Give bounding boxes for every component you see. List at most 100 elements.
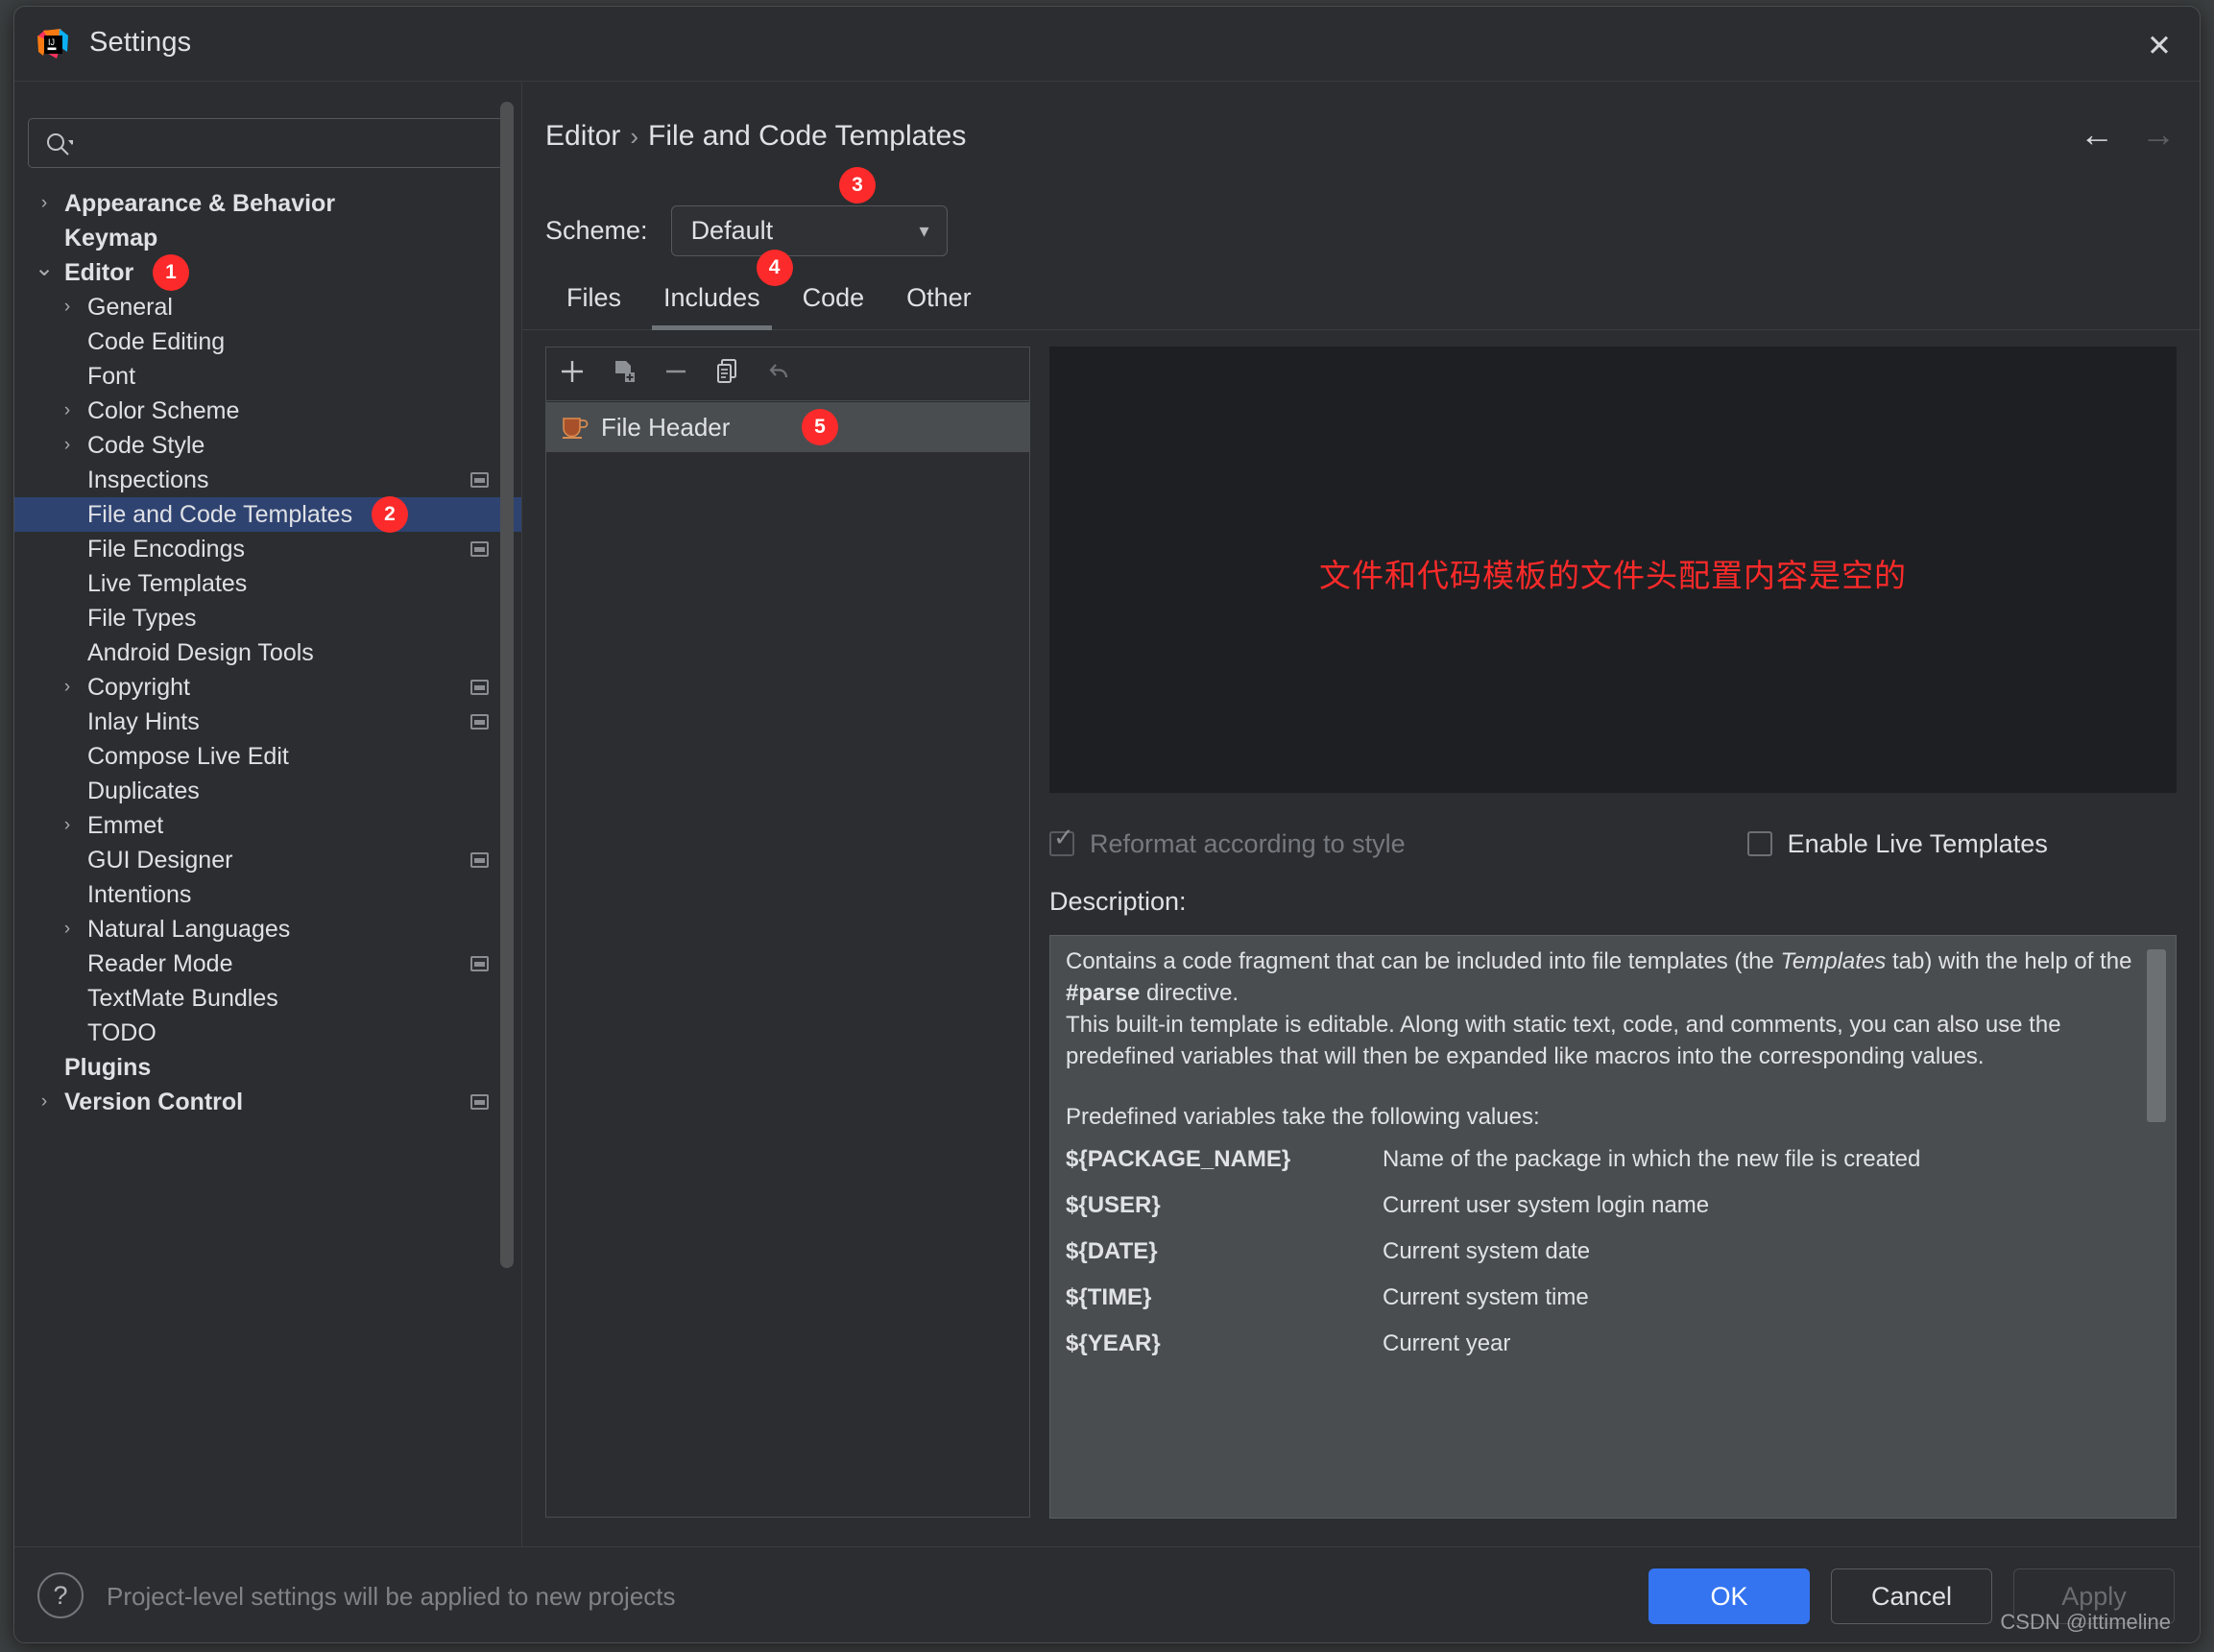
variable-name: ${YEAR} xyxy=(1066,1330,1161,1356)
chevron-right-icon[interactable]: › xyxy=(55,670,80,705)
sidebar-item-appearance-behavior[interactable]: › Appearance & Behavior xyxy=(14,186,521,221)
sidebar-item-label: File Encodings xyxy=(87,536,245,563)
sidebar-item-intentions[interactable]: Intentions xyxy=(14,877,521,912)
cancel-button[interactable]: Cancel xyxy=(1831,1568,1992,1624)
sidebar-item-compose-live-edit[interactable]: Compose Live Edit xyxy=(14,739,521,774)
step-badge-2: 2 xyxy=(372,496,408,533)
minus-icon xyxy=(661,356,691,392)
tab-label: Includes xyxy=(663,283,760,312)
create-child-template-button[interactable] xyxy=(598,348,650,400)
table-row: ${DATE} Current system date xyxy=(1066,1229,2133,1275)
breadcrumb-parent[interactable]: Editor xyxy=(545,120,620,152)
reformat-according-to-style-checkbox[interactable]: Reformat according to style xyxy=(1049,825,1406,859)
description-scrollbar[interactable] xyxy=(2147,949,2166,1122)
sidebar-item-inlay-hints[interactable]: Inlay Hints xyxy=(14,705,521,739)
desc-p1-b: tab) with the help of the xyxy=(1886,948,2132,974)
description-paragraph-2: This built-in template is editable. Alon… xyxy=(1066,1012,2061,1069)
chevron-down-icon[interactable]: ⌄ xyxy=(32,255,57,282)
project-level-icon xyxy=(470,680,489,695)
ok-button[interactable]: OK xyxy=(1648,1568,1810,1624)
sidebar-item-copyright[interactable]: › Copyright xyxy=(14,670,521,705)
search-box[interactable] xyxy=(28,118,503,168)
sidebar-item-code-editing[interactable]: Code Editing xyxy=(14,324,521,359)
sidebar-item-duplicates[interactable]: Duplicates xyxy=(14,774,521,808)
enable-live-templates-checkbox[interactable]: Enable Live Templates xyxy=(1746,829,2048,859)
sidebar-item-label: File Types xyxy=(87,605,197,632)
sidebar-item-file-and-code-templates[interactable]: File and Code Templates 2 xyxy=(14,496,521,533)
project-level-icon xyxy=(470,1094,489,1110)
tab-files[interactable]: Files xyxy=(545,271,642,330)
settings-content: Editor › File and Code Templates ← → Schem… xyxy=(522,83,2200,1548)
desc-p1-em: Templates xyxy=(1780,948,1887,974)
sidebar-item-label: Reader Mode xyxy=(87,950,233,977)
step-badge-1: 1 xyxy=(153,254,189,291)
sidebar-item-plugins[interactable]: Plugins xyxy=(14,1050,521,1085)
settings-sidebar: › Appearance & Behavior Keymap ⌄ Editor 1 › Gen… xyxy=(14,83,521,1548)
sidebar-item-font[interactable]: Font xyxy=(14,359,521,394)
sidebar-item-label: Copyright xyxy=(87,674,190,701)
chevron-right-icon[interactable]: › xyxy=(32,1085,57,1119)
template-editor[interactable]: 文件和代码模板的文件头配置内容是空的 xyxy=(1049,347,2177,793)
sidebar-item-emmet[interactable]: › Emmet xyxy=(14,808,521,843)
question-mark-icon[interactable]: ? xyxy=(37,1572,84,1618)
list-item[interactable]: File Header 5 xyxy=(546,402,1029,452)
sidebar-item-label: Emmet xyxy=(87,812,164,839)
sidebar-item-natural-languages[interactable]: › Natural Languages xyxy=(14,912,521,946)
chevron-right-icon[interactable]: › xyxy=(55,428,80,463)
variable-name: ${PACKAGE_NAME} xyxy=(1066,1146,1291,1172)
sidebar-item-general[interactable]: › General xyxy=(14,290,521,324)
tab-code[interactable]: Code xyxy=(782,271,886,330)
arrow-left-icon[interactable]: ← xyxy=(2080,117,2114,152)
sidebar-item-label: Inspections xyxy=(87,467,209,493)
sidebar-item-file-encodings[interactable]: File Encodings xyxy=(14,532,521,566)
sidebar-item-label: General xyxy=(87,294,173,321)
project-level-icon xyxy=(470,714,489,730)
dialog-footer: ? Project-level settings will be applied… xyxy=(14,1546,2200,1642)
chevron-right-icon[interactable]: › xyxy=(55,912,80,946)
sidebar-scrollbar[interactable] xyxy=(500,102,514,1268)
sidebar-item-label: Plugins xyxy=(64,1054,152,1081)
sidebar-item-todo[interactable]: TODO xyxy=(14,1016,521,1050)
breadcrumb-current: File and Code Templates xyxy=(648,120,967,152)
empty-template-message: 文件和代码模板的文件头配置内容是空的 xyxy=(1319,558,1907,593)
sidebar-item-label: Editor xyxy=(64,259,134,286)
list-item-label: File Header xyxy=(601,412,731,442)
table-row: ${YEAR} Current year xyxy=(1066,1321,2133,1367)
search-input[interactable] xyxy=(88,119,492,167)
chevron-right-icon[interactable]: › xyxy=(55,290,80,324)
settings-tree[interactable]: › Appearance & Behavior Keymap ⌄ Editor 1 › Gen… xyxy=(14,186,521,1540)
variable-description: Current system time xyxy=(1383,1284,1589,1310)
sidebar-item-color-scheme[interactable]: › Color Scheme xyxy=(14,394,521,428)
close-icon[interactable]: ✕ xyxy=(2142,28,2177,62)
editor-options: Reformat according to style Enable Live … xyxy=(1049,822,2177,866)
scheme-select[interactable]: Default ▾ xyxy=(670,205,948,256)
sidebar-item-gui-designer[interactable]: GUI Designer xyxy=(14,843,521,877)
sidebar-item-editor[interactable]: ⌄ Editor 1 xyxy=(14,254,521,291)
chevron-right-icon[interactable]: › xyxy=(55,394,80,428)
tab-label: Other xyxy=(906,283,972,312)
sidebar-item-live-templates[interactable]: Live Templates xyxy=(14,566,521,601)
sidebar-item-keymap[interactable]: Keymap xyxy=(14,221,521,255)
sidebar-item-android-design-tools[interactable]: Android Design Tools xyxy=(14,635,521,670)
plus-icon xyxy=(557,356,588,392)
add-template-button[interactable] xyxy=(546,348,598,400)
chevron-right-icon[interactable]: › xyxy=(55,808,80,843)
sidebar-item-code-style[interactable]: › Code Style xyxy=(14,428,521,463)
tab-includes[interactable]: Includes 4 xyxy=(642,250,793,330)
copy-template-button[interactable] xyxy=(702,348,754,400)
sidebar-item-file-types[interactable]: File Types xyxy=(14,601,521,635)
remove-template-button[interactable] xyxy=(650,348,702,400)
title-bar: IJ Settings ✕ xyxy=(14,7,2200,82)
description-panel: Contains a code fragment that can be inc… xyxy=(1049,935,2177,1519)
sidebar-item-reader-mode[interactable]: Reader Mode xyxy=(14,946,521,981)
sidebar-item-textmate-bundles[interactable]: TextMate Bundles xyxy=(14,981,521,1016)
arrow-right-icon[interactable]: → xyxy=(2141,117,2176,152)
reset-to-default-button[interactable] xyxy=(754,348,806,400)
sidebar-item-inspections[interactable]: Inspections xyxy=(14,463,521,497)
sidebar-item-version-control[interactable]: › Version Control xyxy=(14,1085,521,1119)
project-level-icon xyxy=(470,852,489,868)
tab-other[interactable]: Other xyxy=(885,271,993,330)
chevron-right-icon[interactable]: › xyxy=(32,186,57,221)
variable-description: Current system date xyxy=(1383,1238,1591,1264)
description-paragraph-1: Contains a code fragment that can be inc… xyxy=(1066,946,2133,1009)
